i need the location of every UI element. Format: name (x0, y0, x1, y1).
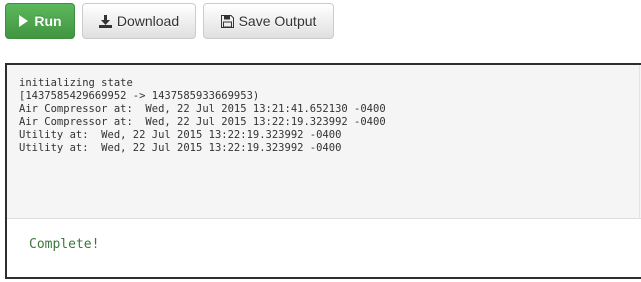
status-text: Complete! (29, 237, 100, 252)
toolbar: Run Download Save Output (5, 3, 334, 41)
log-line: Utility at: Wed, 22 Jul 2015 13:22:19.32… (19, 129, 342, 141)
floppy-disk-icon (220, 14, 234, 28)
save-output-button-label: Save Output (238, 13, 317, 29)
status-area: Complete! (7, 219, 641, 277)
download-button-label: Download (116, 13, 180, 29)
log-line: Utility at: Wed, 22 Jul 2015 13:22:19.32… (19, 142, 342, 154)
run-button[interactable]: Run (5, 3, 75, 39)
log-line: initializing state (19, 77, 133, 89)
download-icon (98, 14, 112, 28)
log-line: [1437585429669952 -> 1437585933669953) (19, 90, 260, 102)
play-icon (18, 15, 29, 27)
run-button-label: Run (34, 13, 62, 29)
scrollbar-track[interactable] (639, 65, 640, 219)
log-line: Air Compressor at: Wed, 22 Jul 2015 13:2… (19, 103, 386, 115)
log-line: Air Compressor at: Wed, 22 Jul 2015 13:2… (19, 116, 386, 128)
save-output-button[interactable]: Save Output (203, 3, 334, 39)
log-output: initializing state [1437585429669952 -> … (7, 65, 641, 219)
download-button[interactable]: Download (82, 3, 196, 39)
output-panel: initializing state [1437585429669952 -> … (5, 63, 641, 279)
